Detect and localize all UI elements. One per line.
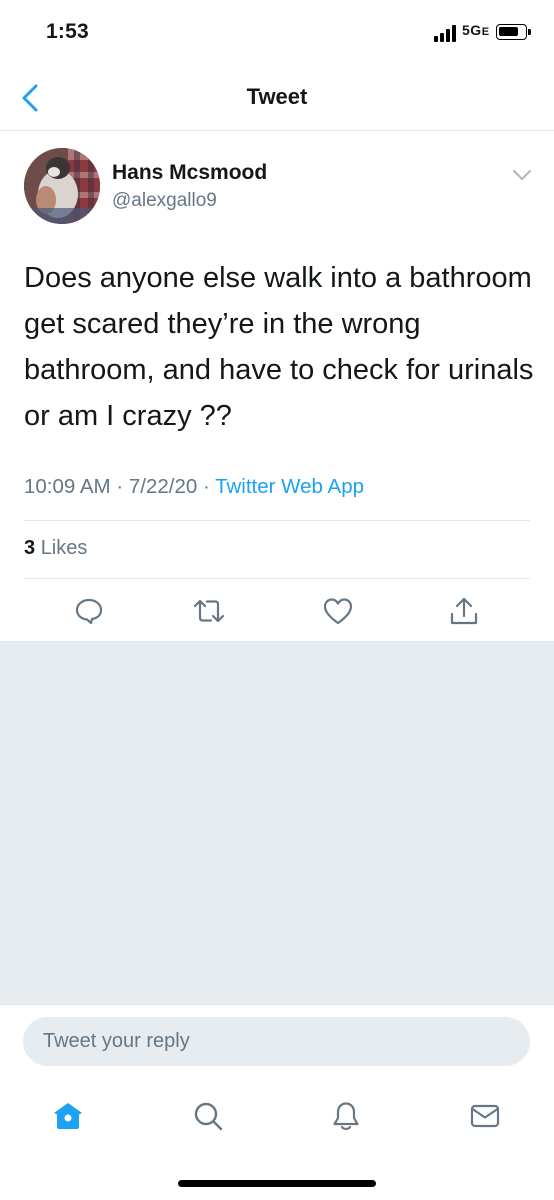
tab-search[interactable]: [188, 1096, 228, 1136]
bell-icon: [333, 1102, 359, 1130]
status-bar: 1:53 5GE: [0, 0, 554, 66]
like-button[interactable]: [321, 594, 355, 628]
network-label: 5GE: [462, 22, 490, 38]
replies-area: [0, 642, 554, 1004]
likes-count[interactable]: 3 Likes: [24, 537, 87, 560]
tab-messages[interactable]: [465, 1096, 505, 1136]
mail-icon: [470, 1104, 500, 1128]
more-options-button[interactable]: [510, 167, 534, 183]
home-icon: [54, 1103, 82, 1129]
tab-notifications[interactable]: [326, 1096, 366, 1136]
heart-icon: [323, 598, 353, 625]
tweet-text: Does anyone else walk into a bathroom ge…: [24, 262, 534, 432]
signal-icon: [434, 24, 460, 42]
reply-bar: [0, 1004, 554, 1078]
divider: [24, 520, 530, 521]
search-icon: [194, 1102, 223, 1131]
reply-input[interactable]: [23, 1017, 530, 1066]
tweet-source-link[interactable]: Twitter Web App: [215, 475, 364, 498]
home-indicator: [178, 1180, 376, 1187]
author-handle[interactable]: @alexgallo9: [112, 190, 217, 212]
author-name[interactable]: Hans Mcsmood: [112, 161, 267, 185]
avatar[interactable]: [24, 148, 100, 224]
tweet-time: 10:09 AM: [24, 475, 111, 498]
tweet-date: 7/22/20: [128, 475, 198, 498]
likes-number: 3: [24, 537, 36, 559]
likes-label: Likes: [40, 537, 88, 559]
page-title: Tweet: [246, 84, 308, 109]
status-time: 1:53: [46, 20, 89, 43]
retweet-button[interactable]: [192, 594, 226, 628]
battery-icon: [496, 24, 531, 40]
tweet-detail: Hans Mcsmood @alexgallo9 Does anyone els…: [0, 131, 554, 642]
comment-icon: [75, 598, 103, 625]
network-type: 5G: [462, 22, 482, 38]
chevron-down-icon: [513, 170, 531, 180]
retweet-icon: [193, 599, 225, 623]
tab-home[interactable]: [48, 1096, 88, 1136]
network-suffix: E: [481, 26, 490, 38]
tweet-timestamp: 10:09 AM · 7/22/20 · Twitter Web App: [24, 475, 364, 498]
divider: [24, 578, 530, 579]
share-icon: [450, 597, 478, 625]
share-button[interactable]: [447, 594, 481, 628]
reply-button[interactable]: [72, 594, 106, 628]
nav-bar: Tweet: [0, 66, 554, 131]
